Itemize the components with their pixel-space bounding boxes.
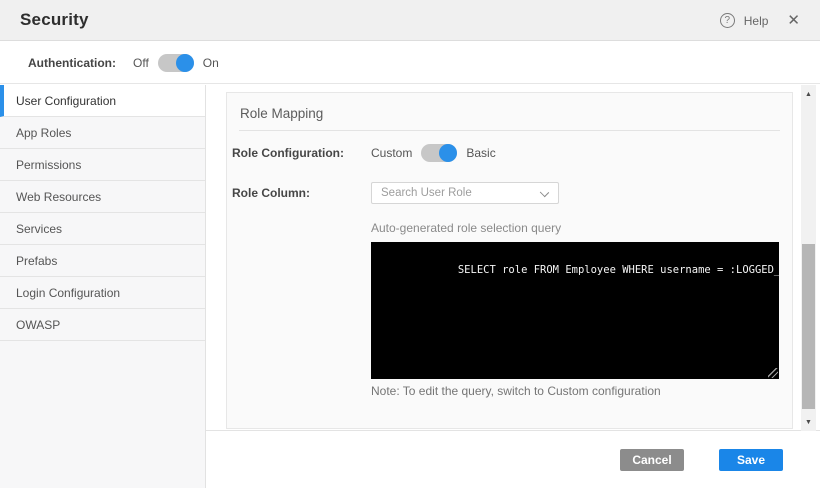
vertical-scrollbar[interactable]: ▲ ▼ [801, 85, 816, 431]
role-query-text: SELECT role FROM Employee WHERE username… [458, 264, 779, 276]
chevron-down-icon [540, 188, 549, 197]
security-dialog: Security ? Help ✕ Authentication: Off On… [0, 0, 820, 488]
sidebar-item-web-resources[interactable]: Web Resources [0, 181, 205, 213]
custom-label: Custom [371, 146, 412, 160]
cancel-button[interactable]: Cancel [620, 449, 684, 471]
sidebar-item-label: Permissions [16, 158, 81, 172]
role-configuration-toggle-knob [439, 144, 457, 162]
authentication-toggle[interactable] [158, 54, 194, 72]
role-configuration-toggle[interactable] [421, 144, 457, 162]
role-query-textarea[interactable]: SELECT role FROM Employee WHERE username… [371, 242, 779, 379]
scrollbar-thumb[interactable] [802, 244, 815, 409]
help-link[interactable]: Help [744, 14, 769, 28]
sidebar-item-label: Prefabs [16, 254, 57, 268]
sidebar-item-label: Login Configuration [16, 286, 120, 300]
role-configuration-label: Role Configuration: [232, 146, 371, 160]
sidebar-item-login-configuration[interactable]: Login Configuration [0, 277, 205, 309]
help-icon[interactable]: ? [720, 13, 735, 28]
sidebar-item-owasp[interactable]: OWASP [0, 309, 205, 341]
sidebar-item-services[interactable]: Services [0, 213, 205, 245]
resize-handle-icon[interactable] [768, 368, 778, 378]
role-mapping-panel: Role Mapping Role Configuration: Custom … [226, 92, 793, 429]
sidebar-item-permissions[interactable]: Permissions [0, 149, 205, 181]
sidebar-item-prefabs[interactable]: Prefabs [0, 245, 205, 277]
role-configuration-value: Custom Basic [371, 144, 496, 162]
close-icon[interactable]: ✕ [787, 13, 800, 28]
dialog-body: User Configuration App Roles Permissions… [0, 85, 820, 488]
sidebar-item-app-roles[interactable]: App Roles [0, 117, 205, 149]
sidebar-item-label: Services [16, 222, 62, 236]
role-configuration-row: Role Configuration: Custom Basic [232, 141, 780, 165]
main-content: Role Mapping Role Configuration: Custom … [206, 85, 820, 488]
role-column-row: Role Column: Search User Role [232, 175, 780, 211]
role-column-select[interactable]: Search User Role [371, 182, 559, 204]
sidebar-item-label: Web Resources [16, 190, 101, 204]
sidebar-item-label: App Roles [16, 126, 71, 140]
sidebar-item-label: OWASP [16, 318, 60, 332]
authentication-label: Authentication: [28, 56, 116, 70]
role-column-label: Role Column: [232, 186, 371, 200]
scroll-up-arrow-icon[interactable]: ▲ [801, 87, 816, 101]
authentication-toggle-knob [176, 54, 194, 72]
authentication-on-label: On [203, 56, 219, 70]
sidebar-item-label: User Configuration [16, 94, 116, 108]
query-note: Note: To edit the query, switch to Custo… [371, 384, 661, 398]
save-button[interactable]: Save [719, 449, 783, 471]
dialog-header: Security ? Help ✕ [0, 0, 820, 41]
page-title: Security [20, 10, 89, 30]
sidebar-item-user-configuration[interactable]: User Configuration [0, 85, 205, 117]
dialog-footer: Cancel Save [206, 431, 820, 488]
help-icon-glyph: ? [724, 15, 730, 26]
query-label: Auto-generated role selection query [371, 221, 561, 235]
authentication-off-label: Off [133, 56, 149, 70]
panel-title: Role Mapping [240, 106, 323, 121]
sidebar: User Configuration App Roles Permissions… [0, 85, 206, 488]
header-actions: ? Help ✕ [720, 0, 800, 41]
role-column-placeholder: Search User Role [381, 187, 472, 199]
authentication-row: Authentication: Off On [0, 42, 820, 84]
basic-label: Basic [466, 146, 495, 160]
scrollable-content: Role Mapping Role Configuration: Custom … [206, 85, 820, 431]
panel-divider [239, 130, 780, 131]
scroll-down-arrow-icon[interactable]: ▼ [801, 415, 816, 429]
